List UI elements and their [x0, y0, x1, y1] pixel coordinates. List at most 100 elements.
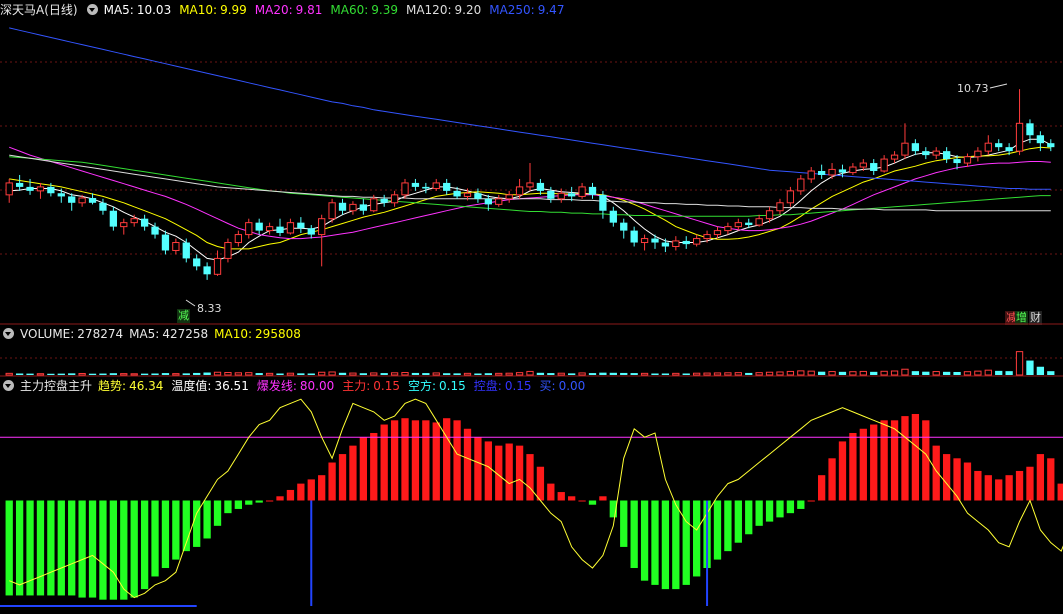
- volume-bar: [578, 372, 586, 376]
- volume-bar: [297, 373, 305, 375]
- volume-bar: [995, 370, 1003, 375]
- trend-bar: [651, 500, 659, 585]
- volume-bar: [588, 373, 597, 375]
- volume-bar: [130, 373, 138, 376]
- trend-bar: [578, 500, 586, 502]
- trend-bar: [255, 500, 263, 503]
- volume-bar: [57, 373, 65, 375]
- volume-bar: [713, 372, 722, 376]
- trend-bar: [724, 500, 732, 552]
- candle-body: [672, 240, 680, 248]
- trend-bar: [588, 500, 597, 505]
- trend-bar: [224, 500, 232, 514]
- volume-bar: [870, 371, 878, 375]
- volume-bar: [640, 372, 649, 376]
- candles: [5, 89, 1055, 280]
- candle-body: [182, 242, 190, 259]
- volume-bar: [984, 369, 992, 376]
- candle-body: [484, 198, 492, 205]
- candle-body: [140, 218, 149, 227]
- candle-body: [338, 202, 347, 211]
- candle-body: [1005, 147, 1013, 152]
- volume-bar: [1015, 351, 1024, 376]
- trend-bar: [484, 441, 492, 501]
- volume-bar: [5, 372, 13, 376]
- trend-bar: [234, 500, 243, 509]
- volume-bar: [432, 372, 440, 376]
- volume-bar: [224, 372, 232, 376]
- trend-bar: [213, 500, 222, 526]
- trend-bar: [505, 443, 513, 501]
- volume-bar: [536, 372, 545, 375]
- candle-body: [318, 218, 326, 236]
- volume-bar: [495, 372, 503, 376]
- volume-bar: [859, 370, 867, 376]
- trend-bar: [880, 420, 888, 501]
- trend-bar: [526, 454, 534, 501]
- trend-bar: [995, 479, 1003, 501]
- trend-bar: [745, 500, 753, 535]
- volume-bar: [526, 370, 534, 376]
- volume-bar: [1036, 366, 1045, 375]
- volume-bar: [568, 373, 576, 375]
- volume-bar: [828, 371, 836, 376]
- candle-body: [609, 210, 617, 223]
- trend-bar: [1015, 470, 1024, 501]
- trend-bar: [849, 432, 857, 501]
- volume-bar: [401, 372, 409, 376]
- stock-chart[interactable]: 8.33 10.73: [0, 0, 1063, 614]
- trend-bar: [443, 418, 451, 501]
- volume-bar: [1005, 371, 1013, 375]
- trend-bar: [536, 466, 545, 501]
- volume-bar: [140, 373, 149, 375]
- volume-bar: [15, 373, 24, 375]
- trend-bar: [713, 500, 722, 560]
- candle-body: [838, 169, 847, 173]
- trend-bar: [68, 500, 76, 596]
- candle-body: [443, 182, 451, 191]
- volume-bar: [682, 373, 690, 375]
- candle-body: [505, 194, 513, 200]
- trend-bar: [568, 496, 576, 501]
- trend-bar: [557, 492, 565, 501]
- trend-bar: [307, 479, 315, 501]
- volume-bar: [974, 370, 982, 376]
- trend-bar: [1036, 454, 1045, 501]
- volume-bar: [193, 372, 201, 375]
- candle-body: [922, 151, 930, 156]
- candle-body: [255, 222, 263, 231]
- candle-body: [734, 222, 742, 228]
- trend-bar: [390, 420, 399, 501]
- trend-bar: [817, 475, 826, 501]
- trend-bar: [953, 458, 961, 501]
- candle-body: [807, 170, 815, 180]
- volume-bar: [630, 373, 638, 375]
- trend-bar: [338, 454, 347, 501]
- volume-bar: [547, 373, 555, 375]
- trend-bar: [265, 500, 274, 502]
- candle-body: [630, 230, 638, 243]
- trend-bar: [286, 489, 295, 501]
- candle-body: [693, 238, 701, 245]
- low-price-label: 8.33: [197, 302, 222, 315]
- candle-body: [307, 228, 315, 235]
- candle-body: [203, 266, 211, 275]
- candle-body: [797, 178, 805, 192]
- trend-bar: [401, 418, 409, 501]
- candle-body: [474, 193, 482, 199]
- volume-bar: [359, 373, 367, 375]
- high-pointer: [989, 83, 1008, 89]
- candle-body: [463, 192, 472, 197]
- volume-bar: [443, 373, 451, 375]
- volume-bar: [745, 372, 753, 375]
- volume-bar: [942, 371, 951, 375]
- candle-body: [380, 198, 388, 203]
- volume-bar: [286, 372, 295, 376]
- candle-body: [78, 197, 86, 204]
- volume-bar: [172, 373, 180, 376]
- candle-body: [297, 222, 305, 229]
- trend-bar: [828, 458, 836, 501]
- volume-bar: [734, 372, 742, 376]
- candle-body: [234, 234, 243, 244]
- trend-bar: [328, 462, 336, 501]
